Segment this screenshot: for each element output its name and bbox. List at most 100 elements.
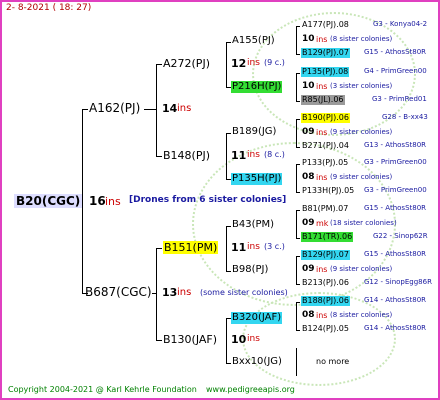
connector — [152, 293, 156, 294]
g4-ins: ins — [316, 265, 328, 274]
g4-count: 10 — [302, 81, 315, 91]
g3-queen[interactable]: B320(JAF) — [231, 312, 283, 324]
g4-queen[interactable]: B213(PJ).06 — [302, 279, 349, 287]
ds-ins-label: ins — [247, 242, 260, 252]
g4-ins: ins — [316, 311, 328, 320]
connector — [296, 210, 297, 238]
connector — [296, 302, 297, 330]
g4-queen[interactable]: B188(PJ).06 — [301, 296, 350, 306]
g4-queen[interactable]: B129(PJ).07 — [301, 250, 350, 260]
root-note: [Drones from 6 sister colonies] — [129, 195, 287, 205]
connector — [296, 73, 300, 74]
g4-note: (8 sister colonies) — [330, 311, 393, 319]
watermark-ring — [242, 292, 396, 386]
connector — [144, 109, 156, 110]
connector — [156, 156, 162, 157]
ss-queen[interactable]: A272(PJ) — [163, 58, 210, 69]
g4-queen[interactable]: A177(PJ).08 — [302, 21, 349, 29]
g4-queen[interactable]: B190(PJ).06 — [301, 113, 350, 123]
connector — [156, 248, 162, 249]
connector — [296, 147, 300, 148]
g3-queen[interactable]: P216H(PJ) — [231, 81, 283, 93]
connector — [296, 26, 300, 27]
g4-ins: mk — [316, 219, 329, 228]
connector — [296, 256, 297, 284]
dam-note: (some sister colonies) — [200, 288, 288, 297]
g4-queen[interactable]: B129(PJ).07 — [301, 48, 350, 58]
connector — [226, 271, 231, 272]
root-ins-count: 16 — [89, 194, 106, 208]
connector — [226, 42, 231, 43]
connector — [296, 256, 300, 257]
connector — [296, 192, 300, 193]
connector — [82, 109, 88, 110]
g4-note: (9 sister colonies) — [330, 128, 393, 136]
sd-queen[interactable]: B148(PJ) — [163, 150, 210, 161]
sd-note: (8 c.) — [264, 150, 285, 159]
connector — [226, 318, 227, 363]
connector — [226, 133, 227, 179]
g3-queen[interactable]: B43(PM) — [232, 220, 274, 230]
g4-queen[interactable]: B124(PJ).05 — [302, 325, 349, 333]
g4-info: G3 - Konya04-2 — [373, 20, 428, 28]
g4-ins: ins — [316, 128, 328, 137]
g3-queen[interactable]: B98(PJ) — [232, 265, 268, 275]
g4-queen[interactable]: P135(PJ).08 — [301, 67, 350, 77]
g4-note: (9 sister colonies) — [330, 265, 393, 273]
g4-info: G3 - PrimRed01 — [372, 95, 427, 103]
connector — [296, 119, 297, 147]
connector — [296, 284, 300, 285]
connector — [296, 54, 300, 55]
g4-count: 09 — [302, 218, 315, 228]
root-ins-label: ins — [105, 195, 121, 208]
g4-queen[interactable]: B271(PJ).04 — [302, 142, 349, 150]
g4-queen[interactable]: B171(TR).06 — [301, 232, 354, 242]
dam-ins-label: ins — [177, 287, 192, 298]
g3-queen[interactable]: Bxx10(JG) — [232, 357, 282, 367]
g4-ins: ins — [316, 82, 328, 91]
connector — [156, 340, 162, 341]
ds-queen[interactable]: B151(PM) — [163, 241, 219, 254]
g4-count: 10 — [302, 34, 315, 44]
connector — [226, 226, 231, 227]
g4-info: G12 - SinopEgg86R — [364, 278, 432, 286]
connector — [296, 348, 297, 376]
connector — [296, 330, 300, 331]
g4-note: (8 sister colonies) — [330, 35, 393, 43]
dam-ins-count: 13 — [162, 286, 178, 299]
connector — [296, 302, 300, 303]
ss-ins-label: ins — [247, 58, 260, 68]
root-queen[interactable]: B20(CGC) — [14, 194, 83, 208]
connector — [296, 210, 300, 211]
g4-ins: ins — [316, 173, 328, 182]
g4-note: (3 sister colonies) — [330, 82, 393, 90]
dd-queen[interactable]: B130(JAF) — [163, 334, 217, 345]
sd-ins-label: ins — [247, 150, 260, 160]
g4-count: 09 — [302, 127, 315, 137]
g3-queen[interactable]: A155(PJ) — [232, 36, 275, 46]
sire-queen[interactable]: A162(PJ) — [89, 102, 140, 114]
g4-info: G15 - AthosSt80R — [364, 48, 427, 56]
print-date: 2- 8-2021 ( 18: 27) — [6, 3, 92, 13]
pedigree-frame: 2- 8-2021 ( 18: 27) B20(CGC) 16 ins [Dro… — [0, 0, 440, 400]
g3-queen[interactable]: B189(JG) — [232, 127, 276, 137]
footer-copyright: Copyright 2004-2021 @ Karl Kehrle Founda… — [8, 385, 197, 394]
dam-queen[interactable]: B687(CGC) — [85, 286, 152, 298]
g4-queen[interactable]: R85(JL).06 — [301, 95, 345, 105]
g4-count: 08 — [302, 310, 315, 320]
g4-queen[interactable]: P133(PJ).05 — [302, 159, 348, 167]
connector — [226, 133, 231, 134]
connector — [156, 64, 162, 65]
connector — [156, 248, 157, 340]
g4-queen[interactable]: B81(PM).07 — [302, 205, 348, 213]
g4-count: 09 — [302, 264, 315, 274]
ss-note: (9 c.) — [264, 58, 285, 67]
connector — [226, 363, 231, 364]
g4-queen[interactable]: P133H(PJ).05 — [302, 187, 354, 195]
connector — [296, 101, 300, 102]
footer-site-link[interactable]: www.pedigreeapis.org — [206, 386, 295, 394]
connector — [226, 226, 227, 271]
g4-info: G28 - B-xx43 — [382, 113, 428, 121]
g3-queen[interactable]: P135H(PJ) — [231, 173, 283, 185]
g4-ins: ins — [316, 35, 328, 44]
